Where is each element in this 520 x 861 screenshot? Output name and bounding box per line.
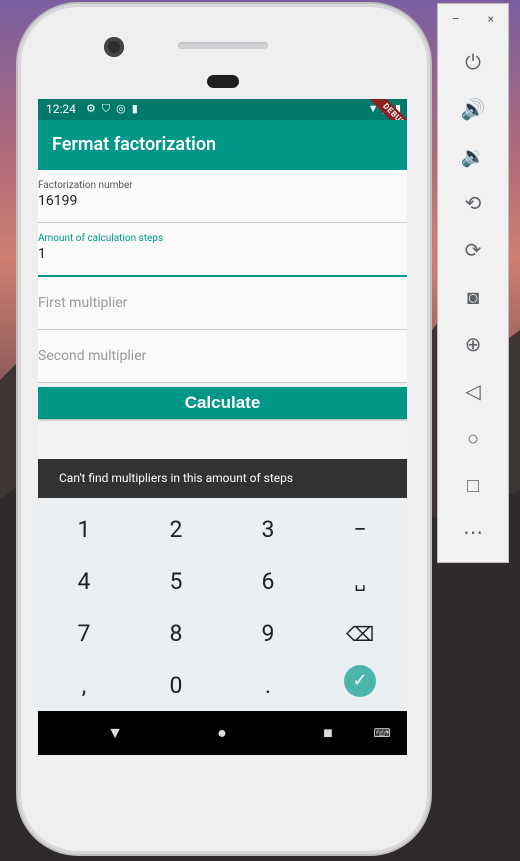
second-multiplier-placeholder: Second multiplier <box>38 348 147 364</box>
done-check-key[interactable]: ✓ <box>344 665 376 697</box>
key-1[interactable]: 1 <box>38 504 130 556</box>
first-multiplier-placeholder: First multiplier <box>38 295 128 311</box>
sdcard-icon: ▮ <box>131 102 138 115</box>
key-4[interactable]: 4 <box>38 556 130 608</box>
backspace-key[interactable]: ⌫ <box>314 608 406 660</box>
rotate-right-icon[interactable]: ⟳ <box>455 232 491 268</box>
key-6[interactable]: 6 <box>222 556 314 608</box>
steps-value: 1 <box>38 246 46 262</box>
factorization-number-label: Factorization number <box>38 180 133 191</box>
app-bar: Fermat factorization <box>38 120 407 170</box>
key-9[interactable]: 9 <box>222 608 314 660</box>
volume-up-icon[interactable]: 🔊 <box>455 91 491 127</box>
camera-icon[interactable]: ◙ <box>455 279 491 315</box>
key-comma[interactable]: , <box>38 660 130 712</box>
more-icon[interactable]: ⋯ <box>455 514 491 550</box>
snackbar-message: Can't find multipliers in this amount of… <box>59 471 294 485</box>
earpiece <box>207 75 239 88</box>
gear-icon: ⚙ <box>86 102 96 115</box>
steps-label: Amount of calculation steps <box>38 233 164 244</box>
status-time: 12:24 <box>46 102 76 116</box>
snackbar: Can't find multipliers in this amount of… <box>38 459 407 498</box>
second-multiplier-field[interactable]: Second multiplier <box>38 330 407 383</box>
key-space[interactable]: ␣ <box>314 556 406 608</box>
back-icon[interactable]: ◁ <box>455 373 491 409</box>
page-title: Fermat factorization <box>52 134 217 155</box>
power-icon[interactable]: ⏻ <box>455 44 491 80</box>
close-button[interactable]: × <box>488 12 494 26</box>
overview-icon[interactable]: □ <box>455 467 491 503</box>
key-minus[interactable]: − <box>314 504 406 556</box>
nav-recents-button[interactable]: ■ <box>308 711 348 755</box>
key-0[interactable]: 0 <box>130 660 222 712</box>
emulator-toolbar: – × ⏻ 🔊 🔉 ⟲ ⟳ ◙ ⊕ ◁ ○ □ ⋯ <box>437 3 509 563</box>
key-5[interactable]: 5 <box>130 556 222 608</box>
volume-down-icon[interactable]: 🔉 <box>455 138 491 174</box>
calculate-button[interactable]: Calculate <box>38 387 407 419</box>
rotate-left-icon[interactable]: ⟲ <box>455 185 491 221</box>
key-7[interactable]: 7 <box>38 608 130 660</box>
device-screen: 12:24 ⚙ ⛉ ◎ ▮ ▼ ◢ ▮ DEBUG Fermat factori… <box>38 99 407 755</box>
key-period[interactable]: . <box>222 660 314 712</box>
factorization-number-field[interactable]: Factorization number 16199 <box>38 170 407 223</box>
minimize-button[interactable]: – <box>452 12 460 26</box>
key-8[interactable]: 8 <box>130 608 222 660</box>
sync-icon: ◎ <box>116 102 126 115</box>
front-camera <box>104 37 124 57</box>
first-multiplier-field[interactable]: First multiplier <box>38 277 407 330</box>
steps-field[interactable]: Amount of calculation steps 1 <box>38 223 407 277</box>
android-nav-bar: ▼ ● ■ ⌨ <box>38 711 407 755</box>
key-3[interactable]: 3 <box>222 504 314 556</box>
shield-icon: ⛉ <box>101 102 111 115</box>
status-bar: 12:24 ⚙ ⛉ ◎ ▮ ▼ ◢ ▮ DEBUG <box>38 99 407 142</box>
factorization-number-value: 16199 <box>38 193 78 209</box>
nav-home-button[interactable]: ● <box>202 711 242 755</box>
home-icon[interactable]: ○ <box>455 420 491 456</box>
nav-back-button[interactable]: ▼ <box>95 711 135 755</box>
top-speaker <box>178 42 268 49</box>
key-2[interactable]: 2 <box>130 504 222 556</box>
numeric-keypad: 1 2 3 − 4 5 6 ␣ 7 8 9 ⌫ , 0 . ✓ <box>38 498 407 711</box>
zoom-icon[interactable]: ⊕ <box>455 326 491 362</box>
keyboard-icon[interactable]: ⌨ <box>362 711 402 755</box>
